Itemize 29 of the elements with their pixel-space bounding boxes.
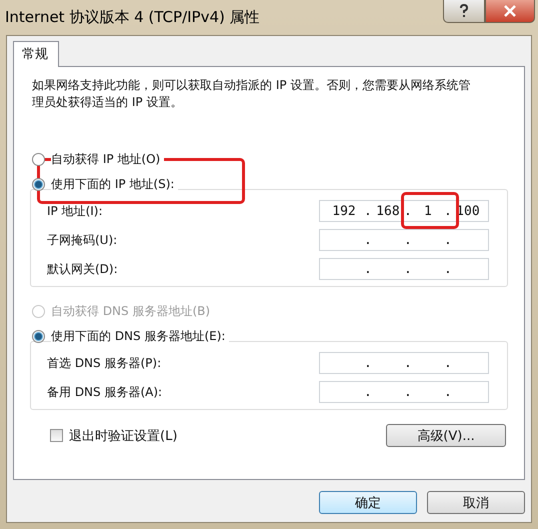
tab[interactable]: 常规 (13, 41, 59, 67)
close-button[interactable] (485, 0, 535, 23)
field-label: 首选 DNS 服务器(P): (47, 354, 162, 372)
help-button[interactable] (443, 0, 485, 23)
dialog-button[interactable]: 取消 (427, 491, 525, 514)
ip-address-field[interactable]: . . . (319, 258, 489, 280)
ip-address-field[interactable]: . . . (319, 229, 489, 251)
checkbox-label: 退出时验证设置(L) (69, 428, 178, 444)
radio-label: 使用下面的 IP 地址(S): (51, 176, 178, 193)
field-label: IP 地址(I): (47, 202, 103, 220)
window-title: Internet 协议版本 4 (TCP/IPv4) 属性 (5, 8, 260, 27)
radio-button[interactable] (32, 153, 45, 166)
highlight-frame (401, 192, 459, 229)
field-label: 默认网关(D): (47, 260, 118, 278)
ip-address-field[interactable]: . . . (319, 381, 489, 403)
field-label: 备用 DNS 服务器(A): (47, 384, 162, 400)
advanced-button[interactable]: 高级(V)... (386, 424, 506, 447)
radio-button[interactable] (32, 330, 45, 343)
close-icon (503, 5, 517, 17)
checkbox[interactable] (50, 429, 63, 442)
radio-label: 自动获得 IP 地址(O) (51, 151, 164, 168)
ip-address-field[interactable]: 192 . 168 . 1 . 100 (319, 200, 489, 222)
radio-label: 使用下面的 DNS 服务器地址(E): (51, 328, 230, 345)
help-icon (459, 4, 469, 18)
description-text: 如果网络支持此功能，则可以获取自动指派的 IP 设置。否则，您需要从网络系统管理员处获得适当的 IP 设置。 (32, 77, 472, 111)
dialog-button[interactable]: 确定 (319, 491, 417, 514)
ip-address-field[interactable]: . . . (319, 352, 489, 374)
field-label: 子网掩码(U): (47, 232, 118, 248)
radio-button[interactable] (32, 178, 45, 191)
